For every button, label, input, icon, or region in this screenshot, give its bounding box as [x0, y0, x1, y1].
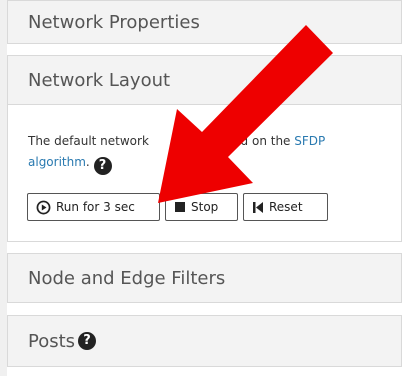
node-edge-filters-header[interactable]: Node and Edge Filters	[7, 253, 402, 303]
help-icon[interactable]: ?	[93, 157, 112, 175]
posts-help-glyph: ?	[83, 333, 91, 348]
help-glyph: ?	[98, 158, 107, 173]
reset-button[interactable]: Reset	[243, 193, 328, 221]
skip-back-icon	[253, 201, 263, 213]
node-edge-filters-title: Node and Edge Filters	[28, 267, 226, 289]
sfdp-link[interactable]: SFDP	[294, 134, 325, 148]
algorithm-link[interactable]: algorithm	[28, 155, 86, 169]
network-properties-title: Network Properties	[28, 11, 200, 33]
posts-title: Posts	[28, 330, 76, 352]
description-period: .	[85, 155, 90, 169]
play-circle-icon	[36, 200, 51, 214]
description-text-1: The default network	[28, 134, 149, 148]
description-text-2: sed on the	[226, 134, 295, 148]
run-for-3-sec-button[interactable]: Run for 3 sec	[27, 193, 160, 221]
stop-button[interactable]: Stop	[165, 193, 238, 221]
reset-button-label: Reset	[269, 200, 303, 214]
left-rail	[0, 0, 7, 376]
network-layout-title: Network Layout	[28, 69, 171, 91]
network-properties-header[interactable]: Network Properties	[7, 0, 402, 44]
run-button-label: Run for 3 sec	[56, 200, 135, 214]
network-layout-panel: The default network sed on the SFDP algor…	[7, 105, 402, 242]
network-layout-header[interactable]: Network Layout	[7, 55, 402, 105]
posts-help-icon[interactable]: ?	[78, 332, 97, 350]
posts-header[interactable]: Posts ?	[7, 315, 402, 367]
network-layout-description: The default network sed on the SFDP algor…	[28, 131, 378, 175]
stop-icon	[175, 202, 185, 212]
stop-button-label: Stop	[191, 200, 219, 214]
